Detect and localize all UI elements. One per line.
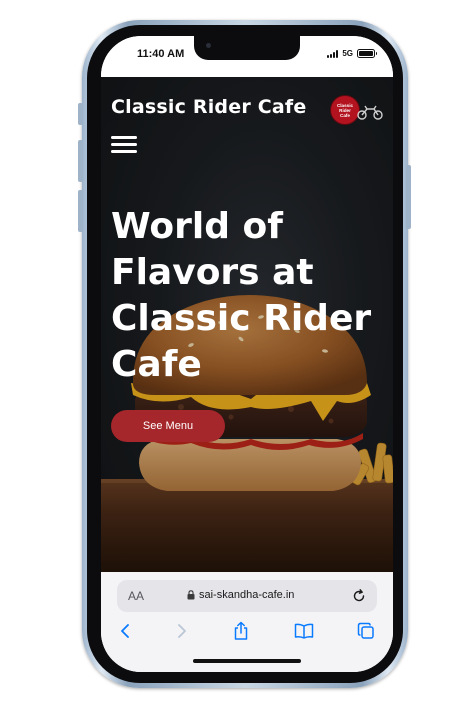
see-menu-button[interactable]: See Menu (111, 410, 225, 442)
tabs-icon[interactable] (355, 620, 377, 642)
brand-name[interactable]: Classic Rider Cafe (111, 96, 306, 118)
logo-text-line: Cafe (340, 112, 350, 118)
status-bar: 11:40 AM 5G (101, 36, 393, 77)
network-label: 5G (342, 49, 353, 58)
status-indicators: 5G (327, 49, 377, 58)
lock-icon (187, 590, 195, 600)
volume-down-button (78, 190, 83, 232)
address-bar[interactable]: AA sai-skandha-cafe.in (117, 580, 377, 612)
browser-toolbar (101, 620, 393, 644)
volume-up-button (78, 140, 83, 182)
reload-icon[interactable] (351, 588, 367, 604)
reader-options-button[interactable]: AA (128, 589, 144, 603)
front-camera (206, 43, 211, 48)
power-button (406, 165, 411, 229)
home-indicator[interactable] (193, 659, 301, 663)
url-text: sai-skandha-cafe.in (199, 589, 295, 601)
motorcycle-icon (357, 105, 383, 120)
back-icon[interactable] (114, 620, 136, 642)
battery-icon (357, 49, 377, 58)
notch (194, 36, 300, 60)
status-time: 11:40 AM (137, 48, 185, 60)
logo[interactable]: Classic Rider Cafe (330, 94, 384, 128)
silent-switch (78, 103, 83, 125)
hero-section: Classic Rider Cafe Classic Rider Cafe Wo… (101, 77, 393, 572)
phone-screen: 11:40 AM 5G Classic Rider Cafe Classic R… (101, 36, 393, 672)
browser-bottom-bar: AA sai-skandha-cafe.in (101, 572, 393, 672)
share-icon[interactable] (230, 620, 252, 642)
hero-title: World of Flavors at Classic Rider Cafe (111, 206, 372, 385)
hamburger-icon[interactable] (111, 136, 137, 156)
forward-icon[interactable] (171, 620, 193, 642)
signal-icon (327, 49, 339, 58)
bookmarks-icon[interactable] (293, 620, 315, 642)
url-display[interactable]: sai-skandha-cafe.in (187, 589, 294, 601)
